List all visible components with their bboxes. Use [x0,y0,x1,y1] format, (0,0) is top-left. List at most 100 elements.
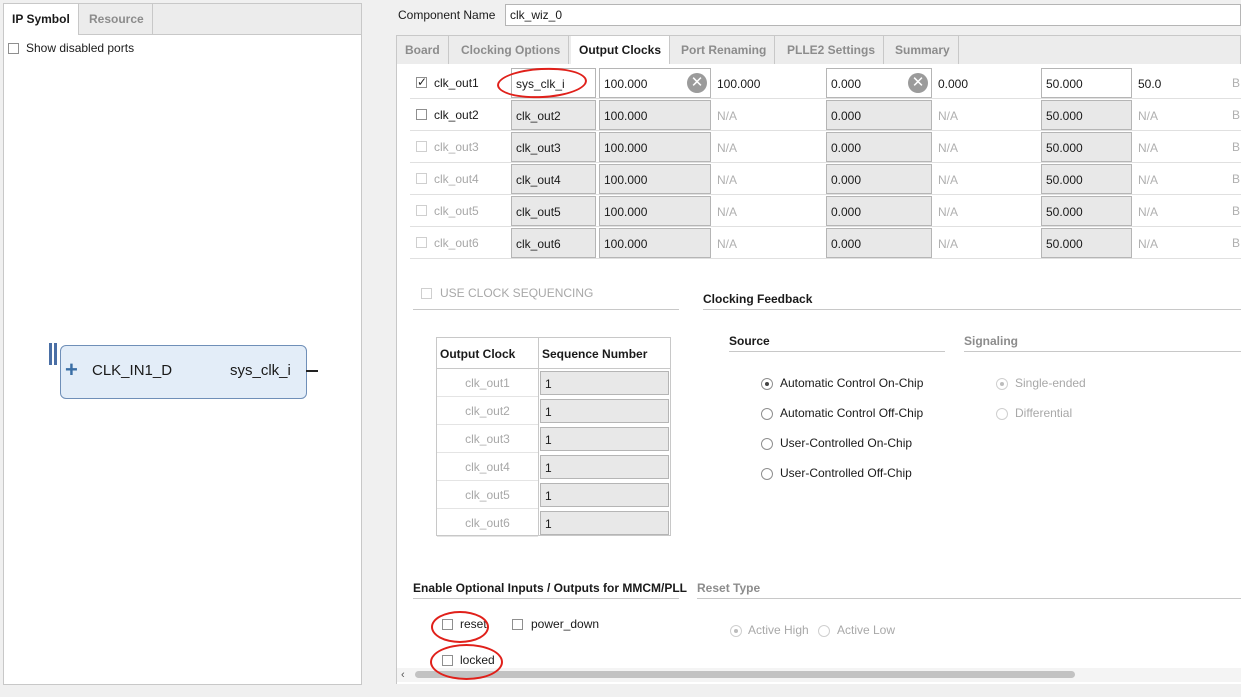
component-name-label: Component Name [398,8,496,22]
port-name-field[interactable]: clk_out4 [511,164,596,194]
source-auto-on-chip-radio[interactable] [761,378,773,390]
actual-freq-value: N/A [717,237,738,251]
requested-phase-field[interactable]: 0.000 [826,164,932,194]
buffer-type-value: B [1232,236,1241,250]
requested-duty-field[interactable]: 50.000 [1041,196,1132,226]
source-title: Source [729,334,770,348]
input-port-label: CLK_IN1_D [92,362,173,379]
actual-duty-value: N/A [1138,237,1159,251]
tab-output-clocks[interactable]: Output Clocks [571,36,671,65]
seq-number-field[interactable]: 1 [540,371,669,395]
requested-phase-field[interactable]: 0.000 [826,196,932,226]
clear-phase-icon[interactable]: ✕ [908,73,928,93]
clock-enable-checkbox[interactable] [416,77,427,88]
horizontal-scrollbar[interactable]: ‹ [397,668,1241,682]
reset-type-title: Reset Type [697,581,761,595]
clock-row: clk_out3 clk_out3 100.000 N/A 0.000 N/A 50.000… [410,131,1241,163]
requested-freq-field[interactable]: 100.000 [599,100,711,130]
requested-freq-field[interactable]: 100.000 [599,196,711,226]
port-name-field[interactable]: clk_out3 [511,132,596,162]
requested-duty-field[interactable]: 50.000 [1041,68,1132,98]
seq-clock-name: clk_out5 [437,481,538,509]
clock-enable-checkbox[interactable] [416,141,427,152]
power-down-label: power_down [531,617,600,631]
clock-name: clk_out2 [434,108,479,122]
use-clock-sequencing-checkbox[interactable] [421,288,432,299]
tab-port-renaming[interactable]: Port Renaming [673,36,776,64]
requested-phase-field[interactable]: 0.000 [826,100,932,130]
seq-clock-name: clk_out1 [437,369,538,397]
actual-freq-value: N/A [717,109,738,123]
tab-plle2-settings[interactable]: PLLE2 Settings [779,36,885,64]
port-name-field[interactable]: clk_out5 [511,196,596,226]
seq-header-number: Sequence Number [542,347,648,361]
actual-phase-value: N/A [938,141,959,155]
clock-enable-checkbox[interactable] [416,237,427,248]
tab-ip-symbol[interactable]: IP Symbol [4,4,79,35]
scrollbar-thumb[interactable] [415,671,1075,678]
seq-clock-name: clk_out2 [437,397,538,425]
tab-summary[interactable]: Summary [887,36,959,64]
clock-enable-checkbox[interactable] [416,205,427,216]
requested-phase-field[interactable]: 0.000 [826,132,932,162]
source-user-off-chip-radio[interactable] [761,468,773,480]
clock-name: clk_out4 [434,172,479,186]
power-down-checkbox[interactable] [512,619,523,630]
tab-resource[interactable]: Resource [81,4,153,34]
actual-freq-value: N/A [717,205,738,219]
signaling-title: Signaling [964,334,1018,348]
ip-block-symbol[interactable]: + CLK_IN1_D sys_clk_i [60,345,307,399]
actual-duty-value: N/A [1138,205,1159,219]
signaling-differential-label: Differential [1015,406,1073,420]
actual-phase-value: 0.000 [938,77,969,91]
ip-symbol-panel: IP Symbol Resource Show disabled ports +… [3,3,362,685]
requested-freq-field[interactable]: 100.000 [599,228,711,258]
signaling-differential-radio[interactable] [996,408,1008,420]
seq-number-field[interactable]: 1 [540,511,669,535]
requested-freq-field[interactable]: 100.000 [599,132,711,162]
clock-enable-checkbox[interactable] [416,173,427,184]
requested-freq-field[interactable]: 100.000 [599,164,711,194]
actual-freq-value: N/A [717,141,738,155]
optional-io-divider [413,598,679,599]
seq-clock-name: clk_out6 [437,509,538,537]
use-clock-sequencing-label: USE CLOCK SEQUENCING [440,286,594,300]
buffer-type-value: B [1232,140,1241,154]
seq-number-field[interactable]: 1 [540,399,669,423]
clock-row: clk_out4 clk_out4 100.000 N/A 0.000 N/A 50.000… [410,163,1241,195]
scroll-left-arrow-icon[interactable]: ‹ [401,668,405,682]
source-auto-off-chip-radio[interactable] [761,408,773,420]
active-high-radio[interactable] [730,625,742,637]
port-name-field[interactable]: clk_out6 [511,228,596,258]
source-user-on-chip-radio[interactable] [761,438,773,450]
seq-number-field[interactable]: 1 [540,455,669,479]
component-name-input[interactable]: clk_wiz_0 [505,4,1241,26]
requested-phase-field[interactable]: 0.000 [826,228,932,258]
sequencing-divider [413,309,679,310]
actual-duty-value: N/A [1138,109,1159,123]
requested-duty-field[interactable]: 50.000 [1041,228,1132,258]
actual-phase-value: N/A [938,205,959,219]
tab-board[interactable]: Board [397,36,449,64]
show-disabled-ports-checkbox[interactable] [8,43,19,54]
seq-header-clock: Output Clock [440,347,516,361]
show-disabled-ports-label: Show disabled ports [26,41,135,55]
expand-plus-icon[interactable]: + [65,358,78,382]
requested-duty-field[interactable]: 50.000 [1041,100,1132,130]
clock-name: clk_out3 [434,140,479,154]
optional-io-title: Enable Optional Inputs / Outputs for MMC… [413,581,687,595]
source-user-on-chip-label: User-Controlled On-Chip [780,436,913,450]
clock-enable-checkbox[interactable] [416,109,427,120]
requested-duty-field[interactable]: 50.000 [1041,164,1132,194]
source-auto-off-chip-label: Automatic Control Off-Chip [780,406,924,420]
requested-duty-field[interactable]: 50.000 [1041,132,1132,162]
signaling-single-ended-radio[interactable] [996,378,1008,390]
seq-number-field[interactable]: 1 [540,427,669,451]
tab-clocking-options[interactable]: Clocking Options [453,36,570,64]
active-low-label: Active Low [837,623,896,637]
clear-freq-icon[interactable]: ✕ [687,73,707,93]
active-low-radio[interactable] [818,625,830,637]
seq-number-field[interactable]: 1 [540,483,669,507]
source-user-off-chip-label: User-Controlled Off-Chip [780,466,912,480]
port-name-field[interactable]: clk_out2 [511,100,596,130]
